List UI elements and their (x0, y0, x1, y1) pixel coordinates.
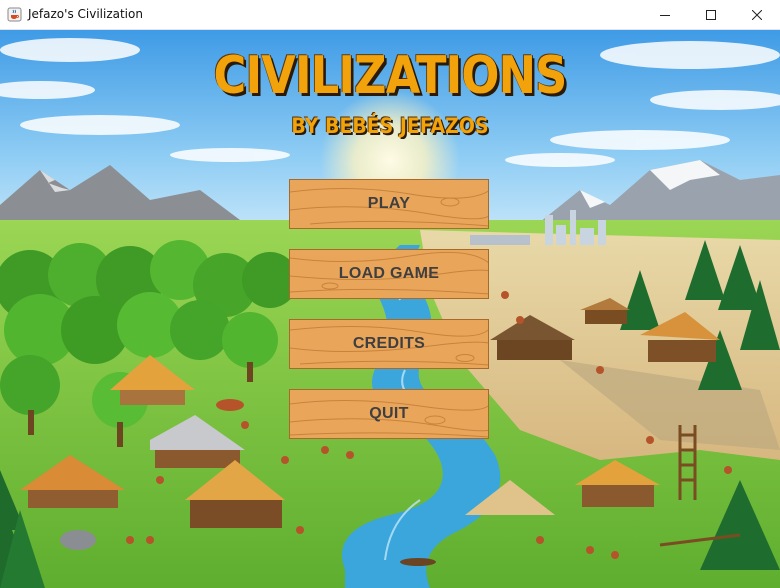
window-title: Jefazo's Civilization (28, 7, 143, 21)
load-game-button[interactable]: LOAD GAME (289, 249, 489, 299)
credits-label: CREDITS (352, 335, 426, 352)
close-icon (752, 10, 762, 20)
close-button[interactable] (734, 0, 780, 30)
game-title: CIVILIZATIONS (213, 46, 567, 106)
maximize-button[interactable] (688, 0, 734, 30)
maximize-icon (706, 10, 716, 20)
play-button[interactable]: PLAY (289, 179, 489, 229)
game-subtitle: BY BEBÉS JEFAZOS (291, 114, 489, 138)
play-label: PLAY (367, 195, 411, 212)
load-game-label: LOAD GAME (338, 265, 440, 282)
quit-label: QUIT (369, 405, 409, 422)
window-titlebar[interactable]: Jefazo's Civilization (0, 0, 780, 30)
credits-button[interactable]: CREDITS (289, 319, 489, 369)
minimize-icon (660, 15, 670, 16)
main-menu-scene: CIVILIZATIONS BY BEBÉS JEFAZOS PLAY LOAD… (0, 30, 780, 588)
minimize-button[interactable] (642, 0, 688, 30)
quit-button[interactable]: QUIT (289, 389, 489, 439)
java-cup-icon (7, 7, 22, 22)
